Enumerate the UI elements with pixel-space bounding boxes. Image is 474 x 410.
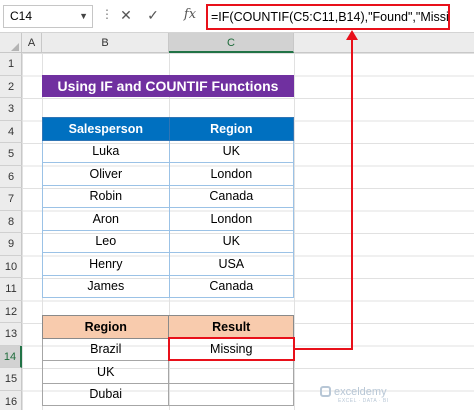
row-header[interactable]: 11 xyxy=(0,278,22,301)
table-cell[interactable]: Dubai xyxy=(41,382,170,406)
table-row: Leo UK xyxy=(42,229,295,253)
row-header[interactable]: 16 xyxy=(0,391,22,410)
table-cell[interactable]: UK xyxy=(41,360,170,384)
row-header[interactable]: 6 xyxy=(0,166,22,188)
row-header[interactable]: 10 xyxy=(0,256,22,278)
column-header-c[interactable]: C xyxy=(169,33,294,53)
table-cell[interactable]: Canada xyxy=(168,274,295,298)
table-row: Luka UK xyxy=(42,139,295,163)
formula-input[interactable]: =IF(COUNTIF(C5:C11,B14),"Found","Missing… xyxy=(206,4,450,30)
result-cell[interactable] xyxy=(168,360,294,384)
row-header[interactable]: 2 xyxy=(0,76,22,98)
watermark: exceldemy EXCEL · DATA · BI xyxy=(320,386,440,404)
name-box-value: C14 xyxy=(10,9,33,23)
table-cell[interactable]: UK xyxy=(168,139,295,163)
column-header-a[interactable]: A xyxy=(22,33,42,53)
table-row: Oliver London xyxy=(42,162,295,186)
salesperson-table: Salesperson Region Luka UK Oliver London… xyxy=(42,117,295,298)
table-row: Aron London xyxy=(42,207,295,231)
table-cell[interactable]: London xyxy=(168,162,295,186)
row-header-bar: 1 2 3 4 5 6 7 8 9 10 11 12 13 14 15 16 xyxy=(0,53,22,410)
row-header[interactable]: 5 xyxy=(0,143,22,166)
table-cell[interactable]: Leo xyxy=(42,229,170,253)
result-cell[interactable]: Missing xyxy=(168,337,294,361)
table-cell[interactable]: Henry xyxy=(42,252,170,276)
table-cell[interactable]: James xyxy=(42,274,170,298)
table-cell[interactable]: UK xyxy=(168,229,295,253)
table-row: UK xyxy=(41,360,294,384)
lookup-table: Region Result Brazil Missing UK Dubai xyxy=(41,315,294,406)
table-cell[interactable]: USA xyxy=(168,252,295,276)
name-box[interactable]: C14 ▼ xyxy=(3,5,93,28)
table-cell[interactable]: Brazil xyxy=(41,337,170,361)
table-cell[interactable]: Luka xyxy=(42,139,170,163)
table-cell[interactable]: Canada xyxy=(168,184,295,208)
more-icon[interactable]: ⋮ xyxy=(101,7,113,21)
column-header-b[interactable]: B xyxy=(42,33,169,53)
formula-bar: C14 ▼ ⋮ ✕ ✓ fx =IF(COUNTIF(C5:C11,B14),"… xyxy=(0,0,474,33)
table-row: Brazil Missing xyxy=(41,337,294,361)
table-header-cell[interactable]: Result xyxy=(168,315,294,339)
table-cell[interactable]: Robin xyxy=(42,184,170,208)
table-row: Henry USA xyxy=(42,252,295,276)
select-all-button[interactable] xyxy=(0,33,22,53)
row-header[interactable]: 15 xyxy=(0,368,22,391)
row-header[interactable]: 12 xyxy=(0,301,22,323)
table-header-cell[interactable]: Salesperson xyxy=(42,117,170,141)
watermark-name: exceldemy xyxy=(334,386,387,398)
chevron-down-icon[interactable]: ▼ xyxy=(79,6,88,27)
exceldemy-logo-icon xyxy=(320,386,331,397)
table-row: Dubai xyxy=(41,382,294,406)
result-cell[interactable] xyxy=(168,382,294,406)
row-header[interactable]: 3 xyxy=(0,98,22,121)
column-header-bar: A B C xyxy=(0,33,474,53)
table-header-cell[interactable]: Region xyxy=(41,315,170,339)
table-header-cell[interactable]: Region xyxy=(168,117,295,141)
row-header[interactable]: 4 xyxy=(0,121,22,143)
row-header[interactable]: 9 xyxy=(0,233,22,256)
table-cell[interactable]: Aron xyxy=(42,207,170,231)
row-header[interactable]: 1 xyxy=(0,53,22,76)
table-row: James Canada xyxy=(42,274,295,298)
row-header[interactable]: 7 xyxy=(0,188,22,211)
row-header[interactable]: 13 xyxy=(0,323,22,346)
enter-icon[interactable]: ✓ xyxy=(144,7,162,24)
column-header-empty xyxy=(294,33,474,53)
watermark-tagline: EXCEL · DATA · BI xyxy=(338,398,389,404)
row-header-selected[interactable]: 14 xyxy=(0,345,22,368)
table-row: Robin Canada xyxy=(42,184,295,208)
table-cell[interactable]: Oliver xyxy=(42,162,170,186)
table-cell[interactable]: London xyxy=(168,207,295,231)
sheet-title[interactable]: Using IF and COUNTIF Functions xyxy=(42,75,294,97)
cancel-icon[interactable]: ✕ xyxy=(117,7,135,24)
insert-function-icon[interactable]: fx xyxy=(181,7,199,22)
row-header[interactable]: 8 xyxy=(0,211,22,233)
